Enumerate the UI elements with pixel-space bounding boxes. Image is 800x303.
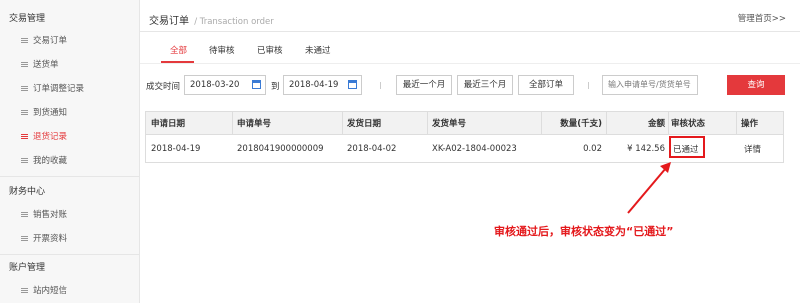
- annotation-arrow: [627, 162, 671, 214]
- annotation-text: 审核通过后，审核状态变为“已通过”: [494, 225, 674, 238]
